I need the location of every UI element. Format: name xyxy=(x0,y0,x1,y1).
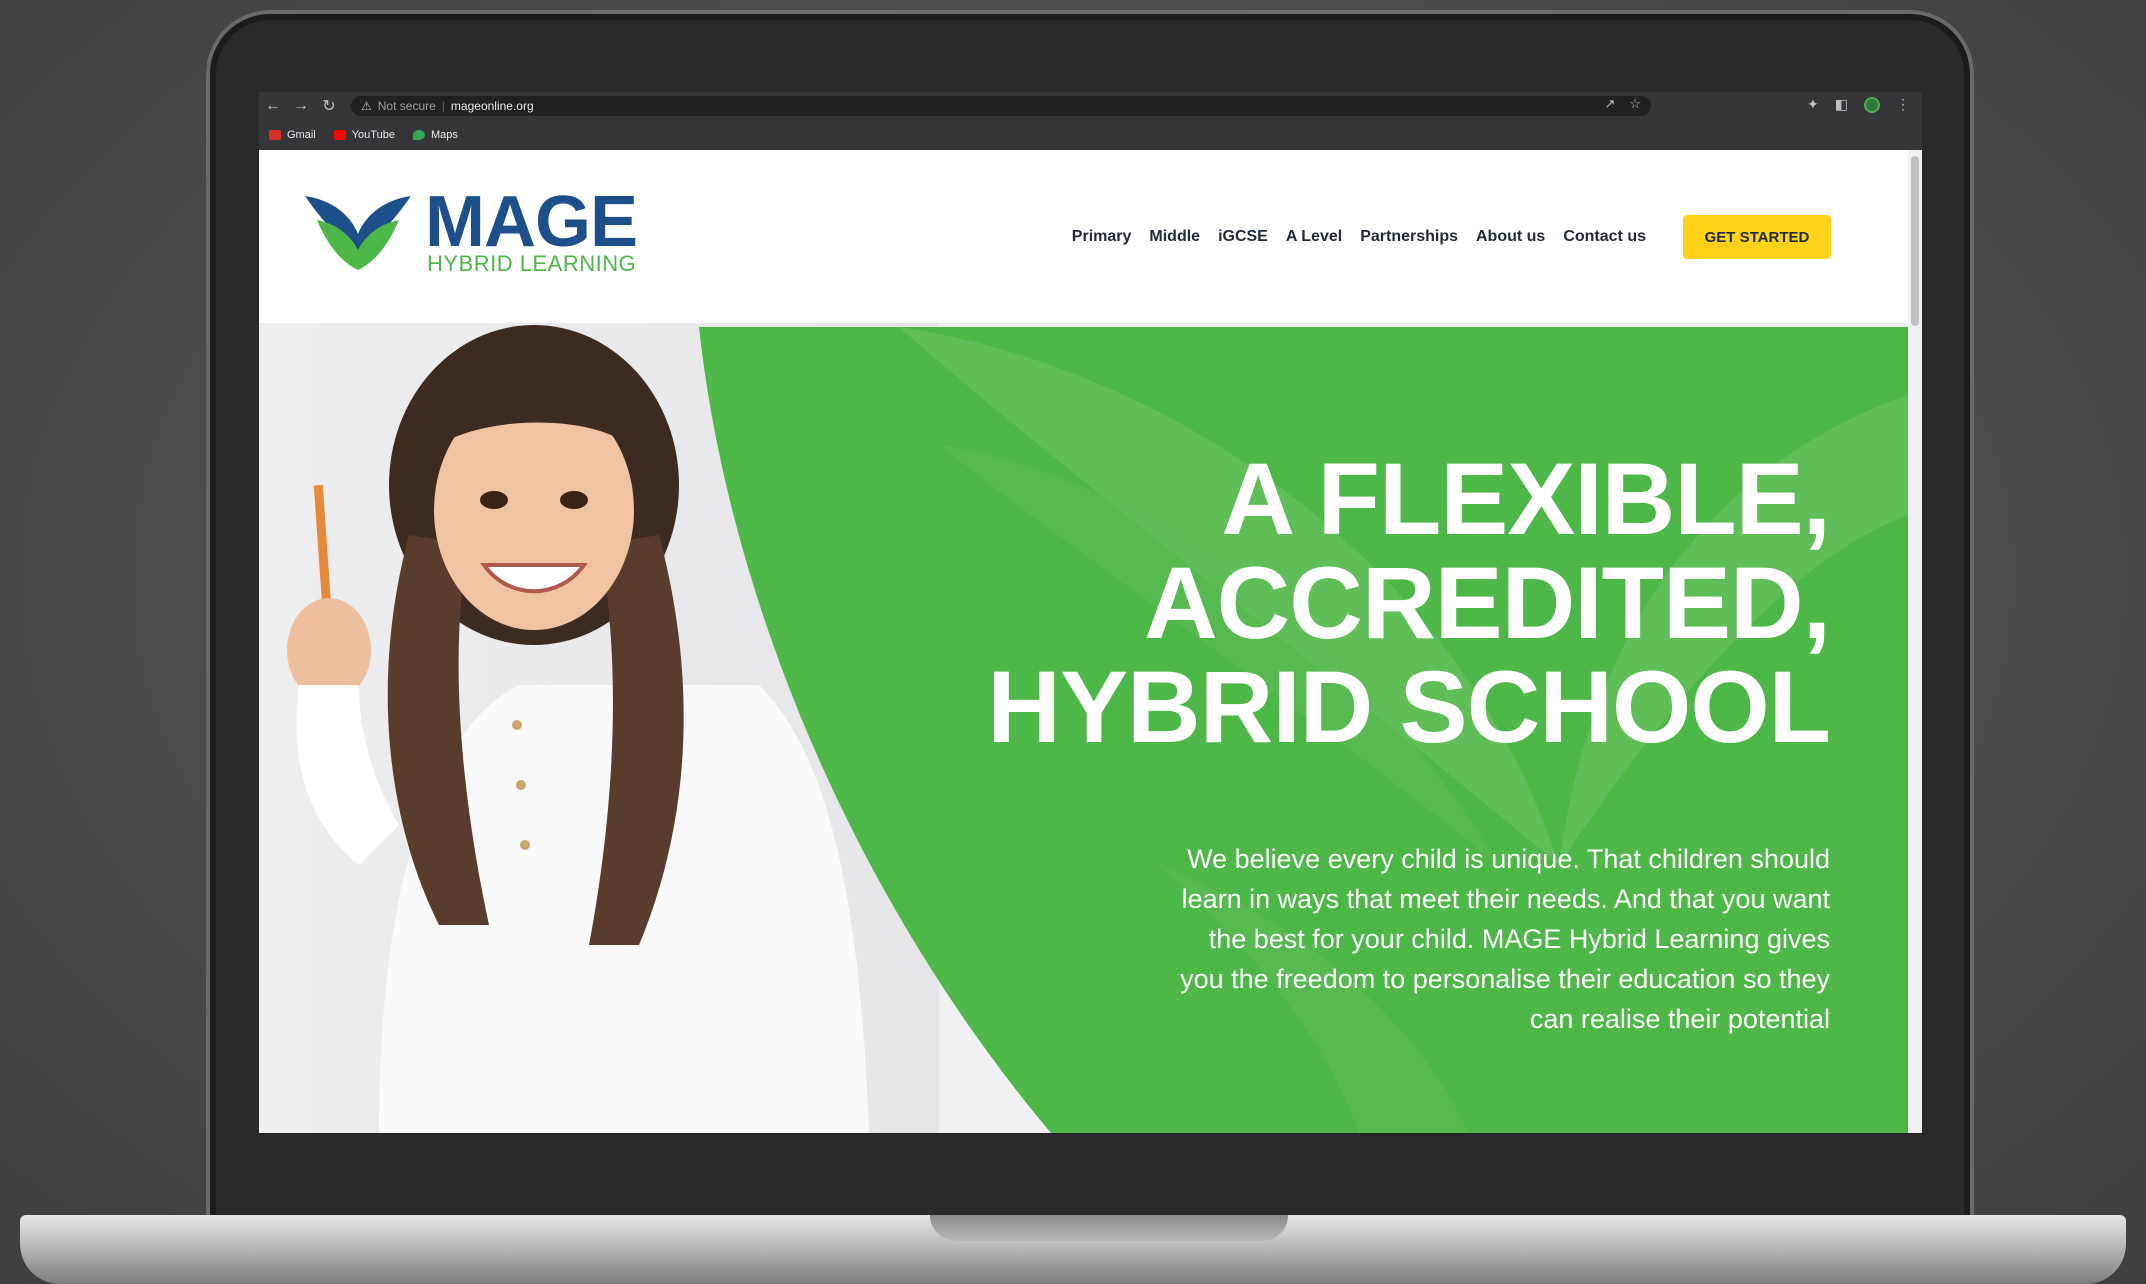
nav-partnerships[interactable]: Partnerships xyxy=(1360,228,1458,246)
bookmark-label: YouTube xyxy=(351,129,395,141)
logo-tagline: HYBRID LEARNING xyxy=(427,251,637,276)
bookmarks-bar: Gmail YouTube Maps xyxy=(259,122,1922,148)
laptop-base xyxy=(20,1215,2126,1284)
main-nav: Primary Middle iGCSE A Level Partnership… xyxy=(1072,228,1646,246)
hero-body-line: can realise their potential xyxy=(1529,1004,1830,1034)
laptop-notch xyxy=(930,1215,1288,1241)
bookmark-label: Gmail xyxy=(287,129,316,141)
hero-title: A FLEXIBLE, ACCREDITED, HYBRID SCHOOL xyxy=(830,442,1831,764)
omnibox-actions: ↗ ☆ xyxy=(1604,96,1641,112)
warning-icon: ⚠ xyxy=(361,99,372,113)
bookmark-gmail[interactable]: Gmail xyxy=(269,129,316,141)
bookmark-youtube[interactable]: YouTube xyxy=(333,129,395,141)
reload-icon[interactable]: ↻ xyxy=(315,96,343,116)
browser-toolbar: ← → ↻ ⚠ Not secure | mageonline.org ↗ ☆ … xyxy=(259,92,1922,120)
nav-middle[interactable]: Middle xyxy=(1149,228,1200,246)
extensions-icon[interactable]: ✦ xyxy=(1807,96,1819,113)
back-icon[interactable]: ← xyxy=(259,97,287,115)
hero-body-line: learn in ways that meet their needs. And… xyxy=(1181,884,1830,914)
bookmark-label: Maps xyxy=(430,129,458,141)
menu-icon[interactable]: ⋮ xyxy=(1896,96,1910,113)
logo-wordmark: MAGE xyxy=(425,182,638,262)
hero-title-line: A FLEXIBLE, xyxy=(1221,442,1831,556)
hero-body-line: We believe every child is unique. That c… xyxy=(1187,844,1830,874)
security-label: Not secure xyxy=(377,99,436,113)
bookmark-maps[interactable]: Maps xyxy=(412,129,458,141)
hero-body-line: the best for your child. MAGE Hybrid Lea… xyxy=(1208,924,1830,954)
browser-chrome: ← → ↻ ⚠ Not secure | mageonline.org ↗ ☆ … xyxy=(259,92,1922,150)
hero-description: We believe every child is unique. That c… xyxy=(1070,839,1830,1039)
address-separator: | xyxy=(441,99,445,113)
hero-section: A FLEXIBLE, ACCREDITED, HYBRID SCHOOL We… xyxy=(259,305,1908,1133)
youtube-icon xyxy=(333,130,346,140)
hero-title-line: HYBRID SCHOOL xyxy=(987,650,1831,764)
site-logo[interactable]: MAGE HYBRID LEARNING xyxy=(303,182,643,280)
nav-primary[interactable]: Primary xyxy=(1072,228,1132,246)
side-panel-icon[interactable]: ◧ xyxy=(1835,96,1848,113)
forward-icon[interactable]: → xyxy=(287,97,315,115)
hero-body-line: you the freedom to personalise their edu… xyxy=(1180,964,1830,994)
page-scrollbar[interactable] xyxy=(1908,150,1922,1133)
site-header: MAGE HYBRID LEARNING Primary Middle iGCS… xyxy=(259,150,1908,323)
nav-about-us[interactable]: About us xyxy=(1476,228,1545,246)
share-icon[interactable]: ↗ xyxy=(1604,96,1615,112)
hero-title-line: ACCREDITED, xyxy=(1143,546,1831,660)
address-bar[interactable]: ⚠ Not secure | mageonline.org ↗ ☆ xyxy=(351,96,1651,116)
toolbar-actions: ✦ ◧ ⋮ xyxy=(1807,96,1910,113)
screen: ← → ↻ ⚠ Not secure | mageonline.org ↗ ☆ … xyxy=(259,92,1922,1134)
url-text[interactable]: mageonline.org xyxy=(451,99,534,113)
maps-icon xyxy=(412,130,425,140)
scrollbar-thumb[interactable] xyxy=(1911,156,1919,326)
profile-avatar[interactable] xyxy=(1864,96,1880,113)
web-page: A FLEXIBLE, ACCREDITED, HYBRID SCHOOL We… xyxy=(259,150,1922,1133)
nav-igcse[interactable]: iGCSE xyxy=(1218,228,1268,246)
star-icon[interactable]: ☆ xyxy=(1629,96,1641,112)
wings-icon xyxy=(305,196,411,270)
gmail-icon xyxy=(269,130,281,140)
nav-a-level[interactable]: A Level xyxy=(1286,228,1342,246)
nav-contact-us[interactable]: Contact us xyxy=(1563,228,1646,246)
get-started-button[interactable]: GET STARTED xyxy=(1683,215,1831,259)
